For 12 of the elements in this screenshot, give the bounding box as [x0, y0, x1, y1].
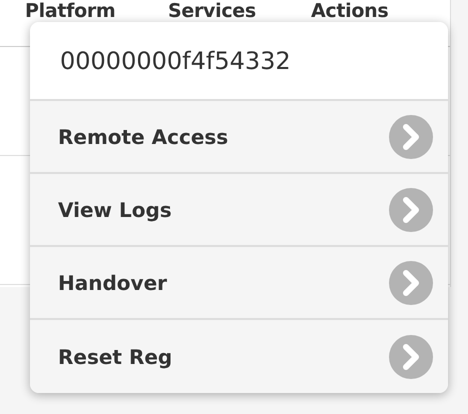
chevron-right-icon [389, 260, 433, 304]
chevron-right-icon [389, 188, 433, 232]
menu-item[interactable]: Reset Reg [30, 320, 448, 393]
chevron-right-icon [389, 114, 433, 158]
column-header: Platform [25, 2, 116, 21]
menu-item[interactable]: View Logs [30, 174, 448, 247]
chevron-right-icon [389, 334, 433, 378]
column-header: Actions [311, 2, 390, 21]
device-id: 00000000f4f54332 [30, 22, 448, 101]
menu-item[interactable]: Remote Access [30, 101, 448, 174]
column-header: Services [168, 2, 257, 21]
menu-item[interactable]: Handover [30, 247, 448, 320]
